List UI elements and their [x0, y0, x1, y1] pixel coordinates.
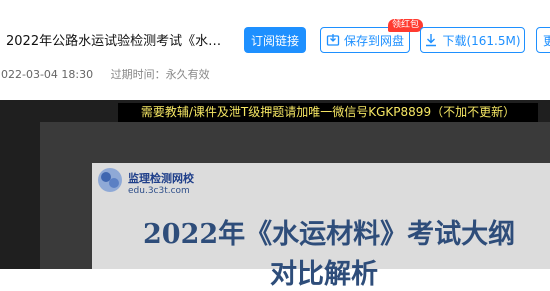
slide-headline: 2022年《水运材料》考试大纲: [143, 219, 516, 250]
more-label: 更: [543, 33, 550, 48]
download-label: 下载(161.5M): [442, 33, 521, 48]
save-icon: [326, 34, 340, 46]
school-name: 监理检测网校: [128, 172, 194, 185]
subscribe-label: 订阅链接: [250, 33, 299, 48]
red-packet-badge: 领红包: [388, 19, 424, 32]
more-button[interactable]: 更: [536, 27, 550, 53]
slide-headline-line2: 对比解析: [270, 259, 378, 290]
download-icon: [426, 34, 437, 47]
school-url: edu.3c3t.com: [128, 186, 190, 196]
subscribe-button[interactable]: 订阅链接: [244, 27, 306, 53]
school-logo-icon: [98, 168, 122, 192]
watermark-notice: 需要教辅/课件及泄T级押题请加唯一微信号KGKP8899（不加不更新）: [118, 103, 538, 122]
save-label: 保存到网盘: [343, 33, 404, 48]
file-header: 2022年公路水运试验检测考试《水运材… 2022-03-04 18:30 过期…: [0, 0, 550, 100]
file-date: 2022-03-04 18:30: [0, 68, 94, 81]
download-button[interactable]: 下载(161.5M): [420, 27, 525, 53]
file-meta: 2022-03-04 18:30 过期时间：永久有效: [0, 66, 210, 82]
file-title: 2022年公路水运试验检测考试《水运材…: [6, 34, 232, 49]
file-validity: 过期时间：永久有效: [110, 68, 210, 81]
